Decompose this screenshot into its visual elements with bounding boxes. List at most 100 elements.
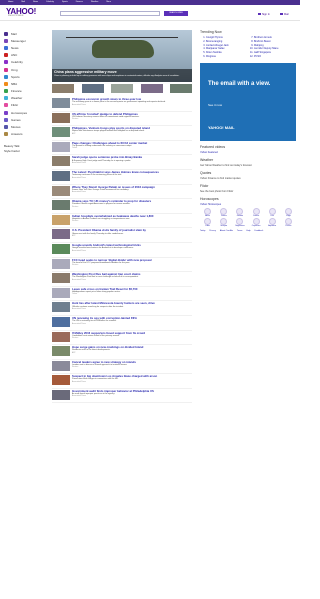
story-thumbnail[interactable] (52, 214, 70, 225)
thumbnail[interactable] (81, 84, 104, 93)
story-thumbnail[interactable] (52, 273, 70, 284)
footer-link[interactable]: Privacy (209, 230, 216, 232)
news-story[interactable]: Indian hospitals overwhelmed as heatwave… (52, 214, 192, 229)
horoscope-pisces[interactable]: Pisces (281, 217, 296, 227)
sidebar-item-movies[interactable]: Movies (4, 123, 44, 130)
search-web-button[interactable]: SEARCH WEB (164, 11, 188, 16)
horoscope-leo[interactable]: Leo (265, 207, 280, 217)
footer-link[interactable]: About Our Ads (220, 230, 233, 232)
story-thumbnail[interactable] (52, 112, 70, 123)
horoscope-libra[interactable]: Libra (200, 217, 215, 227)
trending-item[interactable]: PCSO (254, 55, 296, 59)
sidebar-item-answers[interactable]: Answers (4, 131, 44, 138)
story-thumbnail[interactable] (52, 127, 70, 138)
story-thumbnail[interactable] (52, 316, 70, 327)
sidebar-item-flickr[interactable]: Flickr (4, 102, 44, 109)
story-thumbnail[interactable] (52, 156, 70, 167)
horoscope-virgo[interactable]: Virgo (281, 207, 296, 217)
news-story[interactable]: The Latest: Psychiatrist says James Holm… (52, 170, 192, 185)
news-story[interactable]: US affirms 'ironclad' pledge to defend P… (52, 112, 192, 127)
story-thumbnail[interactable] (52, 389, 70, 400)
sidebar-item-horoscopes[interactable]: Horoscopes (4, 109, 44, 116)
news-story[interactable]: Philippines, Vietnam troops play sports … (52, 126, 192, 141)
featured-link[interactable]: Yahoo Featured (200, 151, 296, 154)
sidebar-item-anc[interactable]: ANC (4, 52, 44, 59)
flickr-text[interactable]: See the best photo from Flickr (200, 190, 296, 193)
advertisement[interactable]: The email with a view. See it now YAHOO!… (200, 62, 296, 141)
story-thumbnail[interactable] (52, 185, 70, 196)
trending-item[interactable]: Ringtone (206, 55, 248, 59)
horoscope-aquarius[interactable]: Aquarius (265, 217, 280, 227)
quotes-text[interactable]: Yahoo Finance to find market quotes (200, 177, 296, 180)
horoscope-scorpio[interactable]: Scorpio (216, 217, 231, 227)
news-story[interactable]: Hope surge gains on new crackings on div… (52, 345, 192, 360)
sidebar-item-label: Horoscopes (11, 110, 28, 115)
news-story[interactable]: UN renewing its ops with corruption-tain… (52, 316, 192, 331)
story-thumbnail[interactable] (52, 346, 70, 357)
story-src: Reuters (72, 337, 79, 340)
thumbnail[interactable] (170, 84, 192, 93)
news-story[interactable]: Washington Post files bail against Iran … (52, 272, 192, 287)
news-story[interactable]: Hunt lies after latest Minnesota bounty … (52, 301, 192, 316)
news-story[interactable]: Page changes: Challenges ahead to fill D… (52, 141, 192, 156)
story-thumbnail[interactable] (52, 302, 70, 313)
horoscope-label: Aquarius (268, 224, 277, 227)
horoscope-cancer[interactable]: Cancer (249, 207, 264, 217)
news-story[interactable]: Suspect in big downtown Los Angeles blaz… (52, 374, 192, 389)
sidebar-item-omg[interactable]: Omg (4, 66, 44, 73)
news-story[interactable]: U.S. President Obama visits family of jo… (52, 228, 192, 243)
news-story[interactable]: Sarah judge opens sentence probe into Bi… (52, 155, 192, 170)
sidebar-item-news[interactable]: News (4, 44, 44, 51)
story-thumbnail[interactable] (52, 243, 70, 254)
story-thumbnail[interactable] (52, 258, 70, 269)
thumbnail[interactable] (111, 84, 133, 93)
news-story[interactable]: FCC head seeks to narrow 'digital divide… (52, 258, 192, 273)
beauty-link[interactable]: Style Factor (4, 149, 44, 154)
news-story[interactable]: Where They Stand: George Pataki on issue… (52, 185, 192, 200)
story-src: Associated Press (72, 191, 86, 194)
story-thumbnail[interactable] (52, 331, 70, 342)
story-thumbnail[interactable] (52, 98, 70, 108)
story-thumbnail[interactable] (52, 170, 70, 181)
news-story[interactable]: Government audit finds improper behavior… (52, 389, 192, 404)
footer-link[interactable]: Today (200, 230, 205, 232)
sidebar-item-celebrity[interactable]: Celebrity (4, 59, 44, 66)
news-story[interactable]: Cancel leaders agree to new strategy on … (52, 360, 192, 375)
news-story[interactable]: Philippine economic growth slows to thre… (52, 97, 192, 112)
ad-cta[interactable]: See it now (208, 103, 222, 107)
horoscope-sagittarius[interactable]: Sagittarius (232, 217, 247, 227)
hero-carousel[interactable]: China plans aggressive military move Chi… (52, 30, 192, 82)
news-story[interactable]: Obama says TX: UK money's reminder to pr… (52, 199, 192, 214)
story-thumbnail[interactable] (52, 287, 70, 298)
news-story[interactable]: If Midley 2016 supporters fused support … (52, 331, 192, 346)
story-thumbnail[interactable] (52, 141, 70, 152)
weather-text[interactable]: Get Yahoo Weather to find out today's fo… (200, 164, 296, 167)
sidebar-item-games[interactable]: Games (4, 116, 44, 123)
horoscope-capricorn[interactable]: Capricorn (249, 217, 264, 227)
thumbnail[interactable] (140, 84, 163, 93)
sign-in-link[interactable]: Sign In (258, 13, 270, 16)
sidebar-item-mail[interactable]: Mail (4, 30, 44, 37)
horoscope-taurus[interactable]: Taurus (216, 207, 231, 217)
thumbnail[interactable] (52, 84, 74, 93)
horoscopes-link[interactable]: Yahoo Horoscopes (200, 203, 296, 206)
horoscope-gemini[interactable]: Gemini (232, 207, 247, 217)
news-story[interactable]: Google unveils Android's latest technolo… (52, 243, 192, 258)
story-thumbnail[interactable] (52, 229, 70, 240)
mail-link[interactable]: Mail (280, 13, 289, 16)
sidebar-item-sports[interactable]: Sports (4, 73, 44, 80)
sidebar-item-finance[interactable]: Finance (4, 88, 44, 95)
story-thumbnail[interactable] (52, 200, 70, 211)
sidebar-item-messenger[interactable]: Messenger (4, 37, 44, 44)
sidebar-item-weather[interactable]: Weather (4, 95, 44, 102)
footer-link[interactable]: Feedback (255, 230, 264, 232)
horoscope-aries[interactable]: Aries (200, 207, 215, 217)
news-story[interactable]: Leave safe cross on Iranian Trail Reset … (52, 287, 192, 302)
story-thumbnail[interactable] (52, 375, 70, 386)
story-src: Associated Press (72, 161, 86, 164)
footer-link[interactable]: Help (246, 230, 250, 232)
story-thumbnail[interactable] (52, 360, 70, 371)
search-input[interactable] (60, 11, 160, 16)
footer-link[interactable]: Terms (237, 230, 242, 232)
sidebar-item-nba[interactable]: NBA (4, 80, 44, 87)
